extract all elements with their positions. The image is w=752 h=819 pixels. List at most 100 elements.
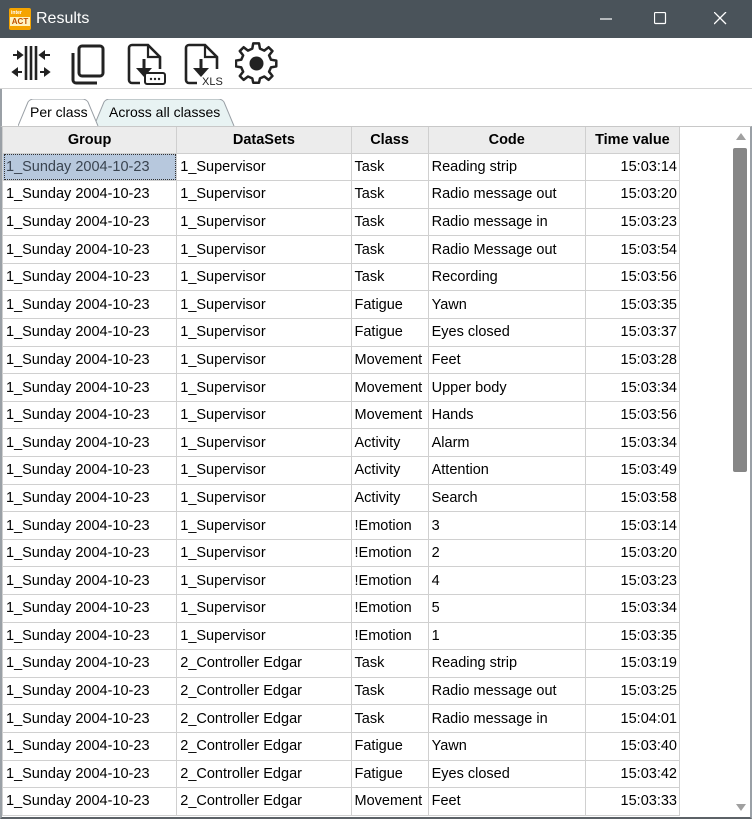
cell-group[interactable]: 1_Sunday 2004-10-23 [1, 649, 178, 678]
table-row[interactable]: 1_Sunday 2004-10-23 1_Supervisor Activity A… [1, 428, 681, 458]
cell-datasets[interactable]: 1_Supervisor [176, 235, 352, 264]
cell-code[interactable]: Feet [427, 787, 586, 816]
cell-group[interactable]: 1_Sunday 2004-10-23 [1, 676, 178, 706]
cell-group[interactable]: 1_Sunday 2004-10-23 [1, 621, 178, 651]
cell-group[interactable]: 1_Sunday 2004-10-23 [1, 566, 178, 595]
cell-time-value[interactable]: 15:03:35 [584, 621, 681, 651]
table-row[interactable]: 1_Sunday 2004-10-23 1_Supervisor Movement U… [1, 373, 681, 402]
cell-group[interactable]: 1_Sunday 2004-10-23 [1, 262, 178, 292]
cell-class[interactable]: Activity [350, 456, 429, 485]
cell-code[interactable]: Radio message out [427, 676, 586, 706]
cell-code[interactable]: Radio Message out [427, 235, 586, 264]
cell-datasets[interactable]: 1_Supervisor [176, 262, 352, 292]
table-row[interactable]: 1_Sunday 2004-10-23 1_Supervisor Task Radio… [1, 180, 681, 209]
table-row[interactable]: 1_Sunday 2004-10-23 1_Supervisor Fatigue Ya… [1, 290, 681, 320]
cell-time-value[interactable]: 15:03:37 [584, 318, 681, 347]
cell-code[interactable]: Reading strip [427, 152, 586, 182]
cell-time-value[interactable]: 15:03:35 [584, 290, 681, 320]
table-row[interactable]: 1_Sunday 2004-10-23 1_Supervisor Movement H… [1, 400, 681, 430]
cell-group[interactable]: 1_Sunday 2004-10-23 [1, 704, 178, 733]
column-header-datasets[interactable]: DataSets [176, 127, 352, 154]
cell-time-value[interactable]: 15:03:23 [584, 207, 681, 237]
table-row[interactable]: 1_Sunday 2004-10-23 1_Supervisor !Emotion 5… [1, 594, 681, 623]
cell-time-value[interactable]: 15:03:14 [584, 511, 681, 540]
column-header-code[interactable]: Code [427, 127, 586, 154]
cell-datasets[interactable]: 1_Supervisor [176, 207, 352, 237]
cell-code[interactable]: 4 [427, 566, 586, 595]
cell-group[interactable]: 1_Sunday 2004-10-23 [1, 318, 178, 347]
minimize-button[interactable] [584, 0, 630, 38]
cell-class[interactable]: Task [350, 235, 429, 264]
cell-code[interactable]: Eyes closed [427, 318, 586, 347]
cell-code[interactable]: Feet [427, 345, 586, 375]
table-row[interactable]: 1_Sunday 2004-10-23 2_Controller Edgar Tas… [1, 649, 681, 678]
table-row[interactable]: 1_Sunday 2004-10-23 1_Supervisor !Emotion 2… [1, 538, 681, 568]
cell-datasets[interactable]: 2_Controller Edgar [176, 676, 352, 706]
cell-class[interactable]: Fatigue [350, 318, 429, 347]
table-row[interactable]: 1_Sunday 2004-10-23 1_Supervisor !Emotion 4… [1, 566, 681, 595]
cell-class[interactable]: Task [350, 676, 429, 706]
cell-time-value[interactable]: 15:03:56 [584, 262, 681, 292]
cell-group[interactable]: 1_Sunday 2004-10-23 [1, 180, 178, 209]
cell-datasets[interactable]: 1_Supervisor [176, 566, 352, 595]
cell-time-value[interactable]: 15:03:28 [584, 345, 681, 375]
cell-class[interactable]: Movement [350, 400, 429, 430]
cell-group[interactable]: 1_Sunday 2004-10-23 [1, 538, 178, 568]
cell-time-value[interactable]: 15:03:14 [584, 152, 681, 182]
cell-group[interactable]: 1_Sunday 2004-10-23 [1, 456, 178, 485]
cell-datasets[interactable]: 1_Supervisor [176, 152, 352, 182]
cell-time-value[interactable]: 15:03:34 [584, 373, 681, 402]
cell-datasets[interactable]: 1_Supervisor [176, 373, 352, 402]
cell-time-value[interactable]: 15:03:20 [584, 538, 681, 568]
cell-time-value[interactable]: 15:03:54 [584, 235, 681, 264]
cell-code[interactable]: Yawn [427, 731, 586, 761]
cell-class[interactable]: Movement [350, 345, 429, 375]
maximize-button[interactable] [638, 0, 684, 38]
table-row[interactable]: 1_Sunday 2004-10-23 1_Supervisor Fatigue Ey… [1, 318, 681, 347]
scrollbar-thumb[interactable] [733, 148, 747, 472]
settings-button[interactable] [235, 42, 279, 86]
cell-datasets[interactable]: 1_Supervisor [176, 428, 352, 458]
cell-datasets[interactable]: 1_Supervisor [176, 538, 352, 568]
cell-time-value[interactable]: 15:03:20 [584, 180, 681, 209]
cell-class[interactable]: Movement [350, 787, 429, 816]
cell-group[interactable]: 1_Sunday 2004-10-23 [1, 207, 178, 237]
cell-time-value[interactable]: 15:03:25 [584, 676, 681, 706]
close-button[interactable] [698, 0, 744, 38]
column-header-time-value[interactable]: Time value [584, 127, 681, 154]
cell-time-value[interactable]: 15:03:56 [584, 400, 681, 430]
cell-group[interactable]: 1_Sunday 2004-10-23 [1, 787, 178, 816]
cell-group[interactable]: 1_Sunday 2004-10-23 [1, 290, 178, 320]
cell-class[interactable]: Fatigue [350, 759, 429, 789]
cell-datasets[interactable]: 1_Supervisor [176, 594, 352, 623]
table-row[interactable]: 1_Sunday 2004-10-23 2_Controller Edgar Tas… [1, 676, 681, 706]
cell-code[interactable]: Attention [427, 456, 586, 485]
cell-datasets[interactable]: 2_Controller Edgar [176, 759, 352, 789]
cell-group[interactable]: 1_Sunday 2004-10-23 [1, 511, 178, 540]
table-row[interactable]: 1_Sunday 2004-10-23 1_Supervisor Task Radio… [1, 235, 681, 264]
cell-datasets[interactable]: 2_Controller Edgar [176, 731, 352, 761]
scroll-up-arrow-icon[interactable] [736, 133, 746, 140]
cell-code[interactable]: Alarm [427, 428, 586, 458]
copy-button[interactable] [67, 42, 111, 86]
cell-time-value[interactable]: 15:03:19 [584, 649, 681, 678]
cell-time-value[interactable]: 15:03:58 [584, 483, 681, 513]
cell-code[interactable]: Upper body [427, 373, 586, 402]
cell-group[interactable]: 1_Sunday 2004-10-23 [1, 345, 178, 375]
cell-group[interactable]: 1_Sunday 2004-10-23 [1, 428, 178, 458]
cell-datasets[interactable]: 1_Supervisor [176, 290, 352, 320]
cell-class[interactable]: Activity [350, 483, 429, 513]
vertical-scrollbar[interactable] [731, 127, 750, 817]
cell-datasets[interactable]: 1_Supervisor [176, 180, 352, 209]
cell-group[interactable]: 1_Sunday 2004-10-23 [1, 235, 178, 264]
table-row[interactable]: 1_Sunday 2004-10-23 1_Supervisor Task Recor… [1, 262, 681, 292]
table-row[interactable]: 1_Sunday 2004-10-23 1_Supervisor Task Radio… [1, 207, 681, 237]
tab-across-all-classes[interactable]: Across all classes [94, 99, 236, 126]
column-header-class[interactable]: Class [350, 127, 429, 154]
cell-code[interactable]: Radio message in [427, 207, 586, 237]
cell-time-value[interactable]: 15:03:49 [584, 456, 681, 485]
table-row[interactable]: 1_Sunday 2004-10-23 2_Controller Edgar Fat… [1, 759, 681, 789]
cell-code[interactable]: Hands [427, 400, 586, 430]
table-row[interactable]: 1_Sunday 2004-10-23 1_Supervisor Activity S… [1, 483, 681, 513]
cell-code[interactable]: 3 [427, 511, 586, 540]
